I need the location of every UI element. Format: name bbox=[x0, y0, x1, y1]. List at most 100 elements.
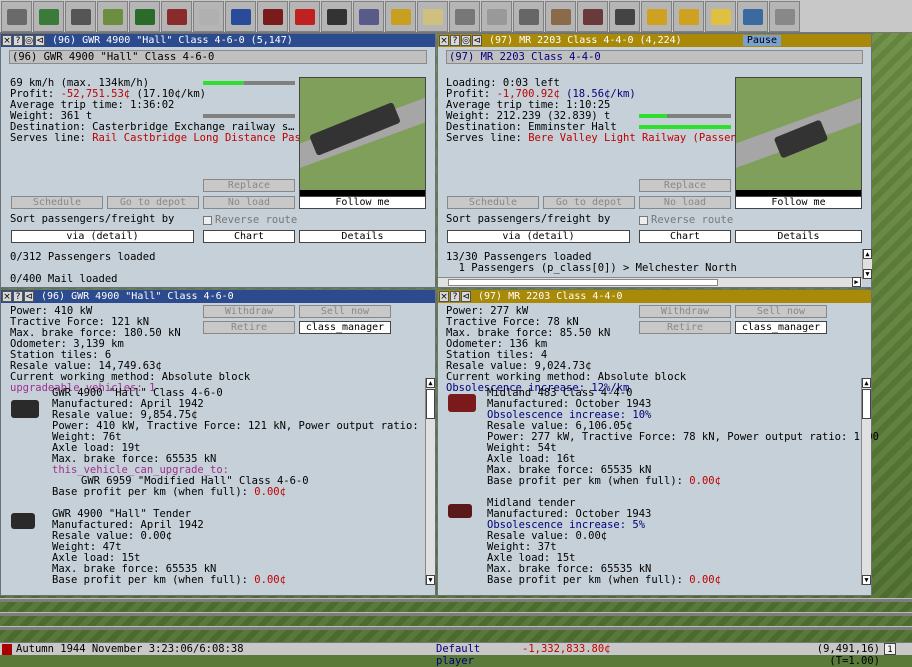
vehicle-window-96: × ? ◎ ⊲ (96) GWR 4900 "Hall" Class 4-6-0… bbox=[0, 33, 436, 288]
window-title: (97) MR 2203 Class 4-4-0 bbox=[478, 291, 623, 302]
zoom-icon[interactable] bbox=[65, 1, 96, 32]
class-manager-field[interactable]: class_manager bbox=[299, 321, 391, 334]
pin-icon[interactable]: ⊲ bbox=[461, 291, 471, 302]
close-button[interactable]: × bbox=[439, 291, 449, 302]
scroll-down-icon[interactable]: ▼ bbox=[426, 575, 435, 585]
no-load-button[interactable]: No load bbox=[639, 196, 731, 209]
serves-line-text: Serves line: Bere Valley Light Railway (… bbox=[446, 132, 763, 144]
reverse-route-checkbox[interactable]: Reverse route bbox=[639, 215, 733, 226]
chart-button[interactable]: Chart bbox=[203, 230, 295, 243]
save-icon[interactable] bbox=[1, 1, 32, 32]
stop-icon[interactable] bbox=[417, 1, 448, 32]
scroll-thumb[interactable] bbox=[426, 389, 435, 419]
railcar-icon[interactable] bbox=[257, 1, 288, 32]
list-icon[interactable] bbox=[481, 1, 512, 32]
vehicle-details-window-96: × ? ⊲ (96) GWR 4900 "Hall" Class 4-6-0 W… bbox=[0, 289, 444, 596]
sort-via-dropdown[interactable]: via (detail) bbox=[11, 230, 194, 243]
go-to-depot-button[interactable]: Go to depot bbox=[107, 196, 199, 209]
help-button[interactable]: ? bbox=[450, 35, 460, 46]
map-icon[interactable] bbox=[33, 1, 64, 32]
details-scrollbar[interactable]: ▲ ▼ bbox=[425, 378, 435, 585]
reverse-route-checkbox[interactable]: Reverse route bbox=[203, 215, 297, 226]
pin-icon[interactable]: ⊲ bbox=[472, 35, 482, 46]
scroll-down-icon[interactable]: ▼ bbox=[862, 575, 871, 585]
player-money: -1,332,833.80¢ bbox=[522, 643, 611, 655]
details-button[interactable]: Details bbox=[735, 230, 862, 243]
pause-icon[interactable] bbox=[641, 1, 672, 32]
window-titlebar[interactable]: × ? ⊲ (97) MR 2203 Class 4-4-0 bbox=[438, 290, 871, 303]
follow-me-button[interactable]: Follow me bbox=[735, 196, 862, 209]
scroll-thumb[interactable] bbox=[862, 389, 871, 419]
help-button[interactable]: ? bbox=[450, 291, 460, 302]
scroll-up-icon[interactable]: ▲ bbox=[426, 378, 435, 388]
locomotive-icon bbox=[448, 394, 476, 412]
load-bar bbox=[203, 114, 295, 118]
fastforward-icon[interactable] bbox=[673, 1, 704, 32]
class-manager-field[interactable]: class_manager bbox=[735, 321, 827, 334]
pin-icon[interactable]: ⊲ bbox=[35, 35, 45, 46]
terrain-icon[interactable] bbox=[97, 1, 128, 32]
screenshot-icon[interactable] bbox=[609, 1, 640, 32]
window-titlebar[interactable]: × ? ◎ ⊲ (96) GWR 4900 "Hall" Class 4-6-0… bbox=[1, 34, 435, 47]
load-bar bbox=[639, 125, 731, 129]
sort-via-dropdown[interactable]: via (detail) bbox=[447, 230, 630, 243]
eye-icon[interactable]: ◎ bbox=[461, 35, 471, 46]
close-button[interactable]: × bbox=[439, 35, 449, 46]
go-to-depot-button[interactable]: Go to depot bbox=[543, 196, 635, 209]
pin-icon[interactable]: ⊲ bbox=[24, 291, 34, 302]
sort-label: Sort passengers/freight by bbox=[446, 213, 611, 225]
chart-button[interactable]: Chart bbox=[639, 230, 731, 243]
help-button[interactable]: ? bbox=[13, 35, 23, 46]
vehicle-header: (96) GWR 4900 "Hall" Class 4-6-0 bbox=[9, 50, 427, 64]
scroll-up-icon[interactable]: ▲ bbox=[862, 378, 871, 388]
main-toolbar bbox=[0, 0, 912, 33]
replace-button[interactable]: Replace bbox=[639, 179, 731, 192]
players-icon[interactable] bbox=[545, 1, 576, 32]
depot-icon[interactable] bbox=[513, 1, 544, 32]
passenger-destination-row: 1 Passengers (p_class[0]) > Melchester N… bbox=[446, 262, 737, 274]
window-titlebar[interactable]: × ? ◎ ⊲ (97) MR 2203 Class 4-4-0 (4,224)… bbox=[438, 34, 871, 47]
blank-icon[interactable] bbox=[193, 1, 224, 32]
cursor-coords: (9,491,16) (T=1.00) bbox=[816, 643, 880, 667]
schedule-button[interactable]: Schedule bbox=[447, 196, 539, 209]
scroll-down-icon[interactable]: ▼ bbox=[863, 269, 872, 279]
crane-icon[interactable] bbox=[385, 1, 416, 32]
status-indicator[interactable]: 1 bbox=[884, 643, 896, 655]
sell-now-button[interactable]: Sell now bbox=[735, 305, 827, 318]
settings-icon[interactable] bbox=[737, 1, 768, 32]
sell-now-button[interactable]: Sell now bbox=[299, 305, 391, 318]
vehicle-view[interactable] bbox=[299, 77, 426, 197]
bus-icon[interactable] bbox=[289, 1, 320, 32]
player-name: Default player bbox=[436, 643, 481, 667]
details-button[interactable]: Details bbox=[299, 230, 426, 243]
scroll-up-icon[interactable]: ▲ bbox=[863, 249, 872, 259]
schedule-button[interactable]: Schedule bbox=[11, 196, 103, 209]
highspeed-train-icon[interactable] bbox=[225, 1, 256, 32]
horizontal-scrollbar[interactable]: ▶ bbox=[438, 277, 862, 287]
base-profit-text: Base profit per km (when full): 0.00¢ bbox=[487, 475, 721, 487]
close-button[interactable]: × bbox=[2, 35, 12, 46]
industry-icon[interactable] bbox=[577, 1, 608, 32]
eye-icon[interactable]: ◎ bbox=[24, 35, 34, 46]
cargo-scrollbar[interactable]: ▲ ▼ bbox=[862, 249, 872, 279]
help-icon[interactable] bbox=[705, 1, 736, 32]
close-button[interactable]: × bbox=[2, 291, 12, 302]
railway-track bbox=[0, 626, 912, 630]
train-icon[interactable] bbox=[129, 1, 160, 32]
grid-icon[interactable] bbox=[769, 1, 800, 32]
scroll-right-icon[interactable]: ▶ bbox=[852, 277, 861, 287]
news-icon[interactable] bbox=[2, 644, 12, 655]
wagon-icon[interactable] bbox=[161, 1, 192, 32]
no-load-button[interactable]: No load bbox=[203, 196, 295, 209]
ship-icon[interactable] bbox=[321, 1, 352, 32]
mail-loaded: 0/400 Mail loaded bbox=[10, 273, 118, 285]
details-scrollbar[interactable]: ▲ ▼ bbox=[861, 378, 871, 585]
signal-icon[interactable] bbox=[449, 1, 480, 32]
replace-button[interactable]: Replace bbox=[203, 179, 295, 192]
vehicle-view[interactable] bbox=[735, 77, 862, 197]
window-titlebar[interactable]: × ? ⊲ (96) GWR 4900 "Hall" Class 4-6-0 bbox=[1, 290, 435, 303]
tender-icon bbox=[11, 513, 35, 529]
help-button[interactable]: ? bbox=[13, 291, 23, 302]
follow-me-button[interactable]: Follow me bbox=[299, 196, 426, 209]
express-train-icon[interactable] bbox=[353, 1, 384, 32]
